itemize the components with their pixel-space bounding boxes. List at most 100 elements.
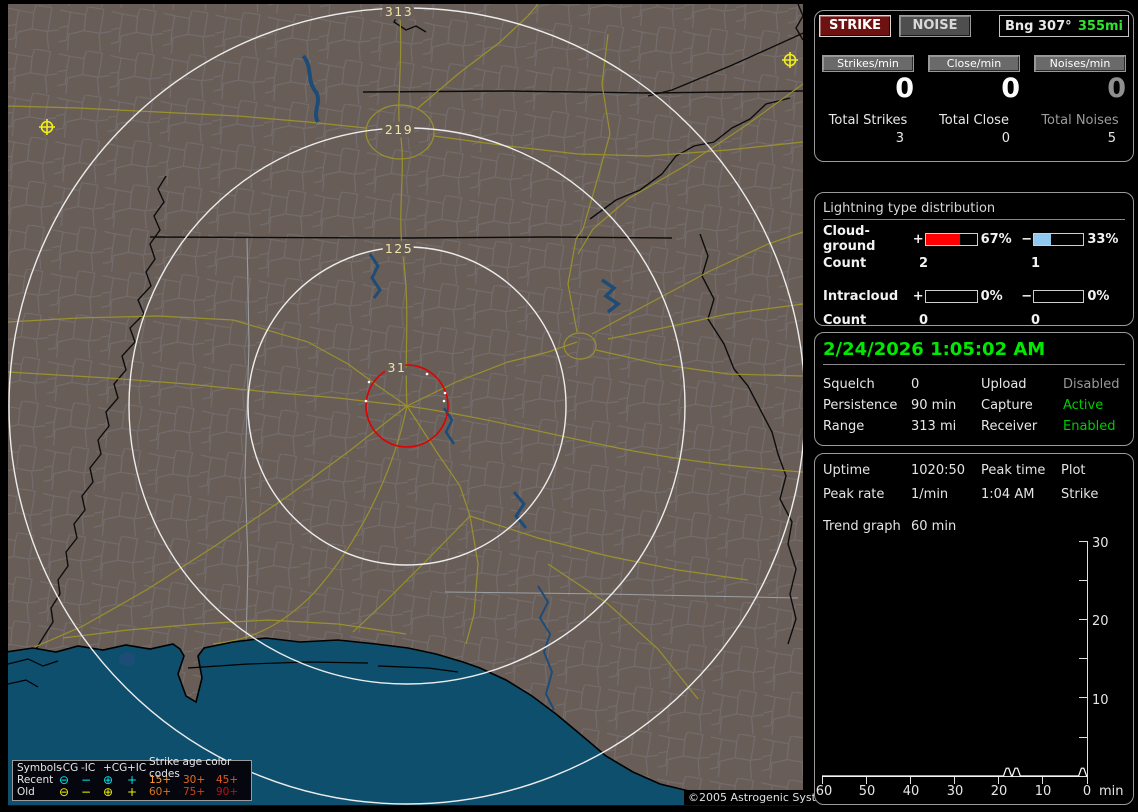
pos-cg-old-icon: ⊕ xyxy=(103,785,114,799)
ic-negative-pct: 0% xyxy=(1087,288,1110,304)
cg-positive-bar xyxy=(924,232,978,246)
cloud-ground-label: Cloud-ground xyxy=(823,224,876,254)
plot-header: Plot xyxy=(1061,463,1086,478)
intracloud-count-row: Count 0 0 xyxy=(815,308,1133,332)
trend-line xyxy=(822,767,1088,777)
cloud-ground-count-row: Count 2 1 xyxy=(815,251,1133,275)
x-tick-30: 30 xyxy=(947,784,964,799)
persistence-value: 90 min xyxy=(911,398,957,413)
nexstorm-window: { "map": { "ring_labels": ["313", "219",… xyxy=(0,0,1138,812)
x-tick-0: 0 xyxy=(1083,784,1091,799)
cloud-ground-row: Cloud-ground + 67% − 33% xyxy=(815,224,1133,254)
legend-old-label: Old xyxy=(17,786,35,798)
receiver-label: Receiver xyxy=(981,419,1038,434)
capture-state: Active xyxy=(1063,398,1104,413)
status-panel: 2/24/2026 1:05:02 AM Squelch 0 Upload Di… xyxy=(814,332,1134,446)
range-label: Range xyxy=(823,419,865,434)
age-90: 90+ xyxy=(216,786,239,798)
cg-negative-pct: 33% xyxy=(1087,231,1119,247)
total-close-value: 0 xyxy=(1001,131,1010,146)
neg-ic-old-icon: − xyxy=(81,785,92,799)
total-strikes-label: Total Strikes xyxy=(828,113,908,128)
strike-toggle-button[interactable]: STRIKE xyxy=(819,15,891,37)
close-counter: Close/min 0 Total Close 0 xyxy=(928,55,1020,146)
ic-positive-count: 0 xyxy=(919,312,929,328)
total-noises-value: 5 xyxy=(1107,131,1116,146)
ring-label-313: 313 xyxy=(385,4,413,19)
cg-negative-count: 1 xyxy=(1031,255,1041,271)
ring-label-125: 125 xyxy=(385,241,413,256)
trend-graph: 30 20 10 60 50 40 30 20 10 0 min xyxy=(816,536,1124,799)
x-tick-10: 10 xyxy=(1035,784,1052,799)
strikes-counter: Strikes/min 0 Total Strikes 3 xyxy=(822,55,914,146)
upload-label: Upload xyxy=(981,377,1027,392)
close-per-min-button[interactable]: Close/min xyxy=(928,55,1020,72)
noises-per-min-value: 0 xyxy=(1107,73,1126,104)
lightning-distribution-panel: Lightning type distribution Cloud-ground… xyxy=(814,192,1134,328)
age-75: 75+ xyxy=(183,786,206,798)
datetime-display: 2/24/2026 1:05:02 AM xyxy=(823,339,1125,365)
plus-sign: + xyxy=(912,231,924,247)
bearing-value: Bng 307° xyxy=(1005,18,1072,34)
trend-window-value: 60 min xyxy=(911,519,957,534)
ring-label-219: 219 xyxy=(385,122,413,137)
squelch-label: Squelch xyxy=(823,377,875,392)
trend-axes xyxy=(822,541,1088,784)
noise-toggle-button[interactable]: NOISE xyxy=(899,15,971,37)
uptime-value: 1020:50 xyxy=(911,463,966,478)
total-strikes-value: 3 xyxy=(895,131,904,146)
intracloud-label: Intracloud xyxy=(823,288,899,304)
y-tick-20: 20 xyxy=(1092,614,1109,629)
strike-legend: Symbols -CG -IC +CG +IC Strike age color… xyxy=(12,756,252,801)
cg-positive-count: 2 xyxy=(919,255,929,271)
intracloud-row: Intracloud + 0% − 0% xyxy=(815,284,1133,308)
age-45: 45+ xyxy=(216,774,239,786)
receiver-state: Enabled xyxy=(1063,419,1116,434)
count-label: Count xyxy=(823,255,867,271)
display-mode-row: STRIKE NOISE Bng 307° 355mi xyxy=(815,11,1133,37)
age-60: 60+ xyxy=(149,786,172,798)
noises-per-min-button[interactable]: Noises/min xyxy=(1034,55,1126,72)
legend-symbols-header: Symbols xyxy=(17,762,62,774)
x-tick-20: 20 xyxy=(991,784,1008,799)
squelch-value: 0 xyxy=(911,377,920,392)
rate-counters: Strikes/min 0 Total Strikes 3 Close/min … xyxy=(815,55,1133,146)
trend-tick-labels: 30 20 10 60 50 40 30 20 10 0 min xyxy=(816,536,1124,799)
strike-map[interactable]: 313 219 125 31 xyxy=(8,4,803,806)
y-tick-30: 30 xyxy=(1092,536,1109,551)
ring-label-31: 31 xyxy=(388,360,407,375)
cg-negative-bar xyxy=(1033,232,1085,246)
noises-counter: Noises/min 0 Total Noises 5 xyxy=(1034,55,1126,146)
ic-negative-bar xyxy=(1033,289,1085,303)
distribution-title: Lightning type distribution xyxy=(823,201,1125,220)
total-noises-label: Total Noises xyxy=(1041,113,1119,128)
cg-positive-pct: 67% xyxy=(980,231,1012,247)
stats-grid: Uptime 1020:50 Peak time Plot Peak rate … xyxy=(815,463,1133,502)
stats-panel: Uptime 1020:50 Peak time Plot Peak rate … xyxy=(814,453,1134,805)
neg-cg-old-icon: ⊖ xyxy=(59,785,70,799)
capture-label: Capture xyxy=(981,398,1033,413)
persistence-label: Persistence xyxy=(823,398,898,413)
uptime-label: Uptime xyxy=(823,463,871,478)
minus-sign: − xyxy=(1021,288,1033,304)
y-tick-10: 10 xyxy=(1092,693,1109,708)
peak-time-header: Peak time xyxy=(981,463,1046,478)
x-tick-50: 50 xyxy=(859,784,876,799)
peak-time-value: 1:04 AM xyxy=(981,487,1035,502)
close-per-min-value: 0 xyxy=(1001,73,1020,104)
age-30: 30+ xyxy=(183,774,206,786)
minus-sign: − xyxy=(1021,231,1033,247)
strikes-per-min-button[interactable]: Strikes/min xyxy=(822,55,914,72)
ic-negative-count: 0 xyxy=(1031,312,1041,328)
trend-graph-label: Trend graph xyxy=(823,519,901,534)
range-value: 313 mi xyxy=(911,419,957,434)
strikes-per-min-value: 0 xyxy=(895,73,914,104)
x-tick-40: 40 xyxy=(903,784,920,799)
total-close-label: Total Close xyxy=(939,113,1009,128)
peak-rate-value: 1/min xyxy=(911,487,949,502)
bearing-distance: 355mi xyxy=(1077,18,1123,34)
age-15: 15+ xyxy=(149,774,172,786)
upload-state: Disabled xyxy=(1063,377,1120,392)
x-axis-unit: min xyxy=(1099,784,1124,799)
peak-rate-label: Peak rate xyxy=(823,487,885,502)
